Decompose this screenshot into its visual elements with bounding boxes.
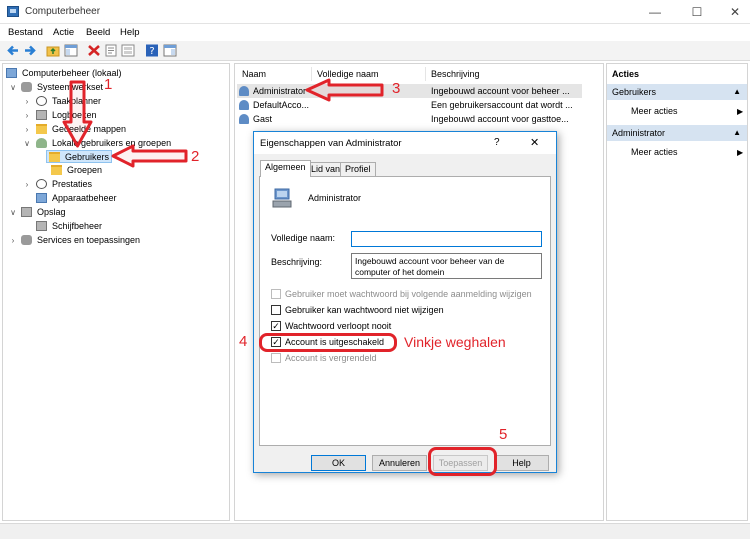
action-meer-acties-gebruikers[interactable]: Meer acties <box>631 106 678 116</box>
menu-beeld[interactable]: Beeld <box>86 27 110 38</box>
expand-icon[interactable]: › <box>23 109 31 122</box>
minimize-button[interactable]: — <box>636 0 674 24</box>
folder-up-icon[interactable] <box>46 44 60 57</box>
properties-icon[interactable] <box>104 44 118 57</box>
console-tree: Computerbeheer (lokaal) ∨ Systeemwerkset… <box>2 63 230 521</box>
tree-item-gebruikers[interactable]: Gebruikers <box>46 150 112 163</box>
disk-icon <box>36 221 47 231</box>
shared-folder-icon <box>36 124 47 134</box>
ok-button[interactable]: OK <box>311 455 366 471</box>
folder-icon <box>51 165 62 175</box>
event-log-icon <box>36 110 47 120</box>
menu-help[interactable]: Help <box>120 27 140 38</box>
dialog-help-button[interactable]: ? <box>494 137 500 148</box>
expand-icon[interactable]: › <box>23 123 31 136</box>
description-input[interactable]: Ingebouwd account voor beheer van de com… <box>351 253 542 279</box>
title-bar: Computerbeheer — ☐ ✕ <box>0 0 750 24</box>
collapse-up-icon[interactable]: ▲ <box>733 84 741 100</box>
submenu-arrow-icon: ▶ <box>737 148 744 157</box>
folder-icon <box>49 152 60 162</box>
user-icon <box>272 188 292 208</box>
submenu-arrow-icon: ▶ <box>737 107 744 116</box>
annotation-number-3: 3 <box>392 80 401 97</box>
tools-icon <box>21 82 32 92</box>
fullname-label: Volledige naam: <box>271 233 336 243</box>
dialog-close-button[interactable]: ✕ <box>530 136 539 149</box>
svg-text:?: ? <box>149 46 154 57</box>
help-icon[interactable]: ? <box>145 44 159 57</box>
highlight-ring-checkbox <box>259 333 397 352</box>
column-beschrijving[interactable]: Beschrijving <box>426 67 580 81</box>
table-row[interactable]: Administrator Ingebouwd account voor beh… <box>237 84 582 98</box>
actions-pane: Acties Gebruikers ▲ Meer acties ▶ Admini… <box>606 63 748 521</box>
checkbox-password-never-expires[interactable]: ✓ <box>271 321 281 331</box>
expand-icon[interactable]: › <box>23 95 31 108</box>
help-button[interactable]: Help <box>494 455 549 471</box>
user-icon <box>239 100 249 110</box>
account-name: Administrator <box>308 193 362 203</box>
collapse-up-icon[interactable]: ▲ <box>733 125 741 141</box>
maximize-button[interactable]: ☐ <box>678 0 716 24</box>
tab-panel-algemeen: Administrator Volledige naam: Beschrijvi… <box>259 176 551 446</box>
export-icon[interactable] <box>121 44 135 57</box>
device-manager-icon <box>36 193 47 203</box>
action-pane-icon[interactable] <box>163 44 177 57</box>
menu-bar: Bestand Actie Beeld Help <box>0 24 750 41</box>
users-groups-icon <box>36 138 47 148</box>
checkbox-cannot-change-password-label: Gebruiker kan wachtwoord niet wijzigen <box>285 305 444 315</box>
checkbox-account-locked-label: Account is vergrendeld <box>285 353 377 363</box>
checkbox-must-change-password[interactable] <box>271 289 281 299</box>
column-volledige-naam[interactable]: Volledige naam <box>312 67 426 81</box>
show-hide-tree-icon[interactable] <box>64 44 78 57</box>
performance-icon <box>36 179 47 189</box>
actions-section-administrator[interactable]: Administrator ▲ <box>607 125 747 141</box>
user-icon <box>239 114 249 124</box>
description-label: Beschrijving: <box>271 257 323 267</box>
checkbox-password-never-expires-label: Wachtwoord verloopt nooit <box>285 321 392 331</box>
collapse-icon[interactable]: ∨ <box>9 206 17 219</box>
delete-icon[interactable] <box>87 44 101 57</box>
forward-arrow-icon[interactable] <box>23 44 37 57</box>
annotation-number-2: 2 <box>191 148 200 165</box>
actions-header: Acties <box>607 66 747 82</box>
table-row[interactable]: Gast Ingebouwd account voor gasttoe... <box>237 112 582 126</box>
tab-algemeen[interactable]: Algemeen <box>260 160 311 177</box>
window-title: Computerbeheer <box>25 6 101 17</box>
checkbox-must-change-password-label: Gebruiker moet wachtwoord bij volgende a… <box>285 289 532 299</box>
collapse-icon[interactable]: ∨ <box>9 81 17 94</box>
action-meer-acties-administrator[interactable]: Meer acties <box>631 147 678 157</box>
cancel-button[interactable]: Annuleren <box>372 455 427 471</box>
highlight-ring-apply <box>428 447 497 476</box>
dialog-title: Eigenschappen van Administrator <box>260 138 402 149</box>
annotation-number-5: 5 <box>499 426 508 443</box>
properties-dialog: Eigenschappen van Administrator ? ✕ Alge… <box>253 131 557 473</box>
app-icon <box>7 6 19 17</box>
back-arrow-icon[interactable] <box>6 44 20 57</box>
computer-icon <box>6 68 17 78</box>
tab-profiel[interactable]: Profiel <box>340 162 376 176</box>
expand-icon[interactable]: › <box>23 178 31 191</box>
annotation-note: Vinkje weghalen <box>404 334 506 350</box>
checkbox-cannot-change-password[interactable] <box>271 305 281 315</box>
storage-icon <box>21 207 32 217</box>
annotation-number-4: 4 <box>239 333 248 350</box>
toolbar: ? <box>0 41 750 61</box>
collapse-icon[interactable]: ∨ <box>23 137 31 150</box>
table-row[interactable]: DefaultAcco... Een gebruikersaccount dat… <box>237 98 582 112</box>
user-icon <box>239 86 249 96</box>
annotation-number-1: 1 <box>104 76 113 93</box>
dialog-title-bar: Eigenschappen van Administrator ? ✕ <box>254 132 556 154</box>
clock-icon <box>36 96 47 106</box>
checkbox-account-locked[interactable] <box>271 353 281 363</box>
actions-section-gebruikers[interactable]: Gebruikers ▲ <box>607 84 747 100</box>
column-naam[interactable]: Naam <box>237 67 312 81</box>
check-icon: ✓ <box>272 321 280 331</box>
status-bar <box>0 523 750 539</box>
expand-icon[interactable]: › <box>9 234 17 247</box>
menu-actie[interactable]: Actie <box>53 27 74 38</box>
close-button[interactable]: ✕ <box>716 0 750 24</box>
menu-bestand[interactable]: Bestand <box>8 27 43 38</box>
services-icon <box>21 235 32 245</box>
fullname-input[interactable] <box>351 231 542 247</box>
